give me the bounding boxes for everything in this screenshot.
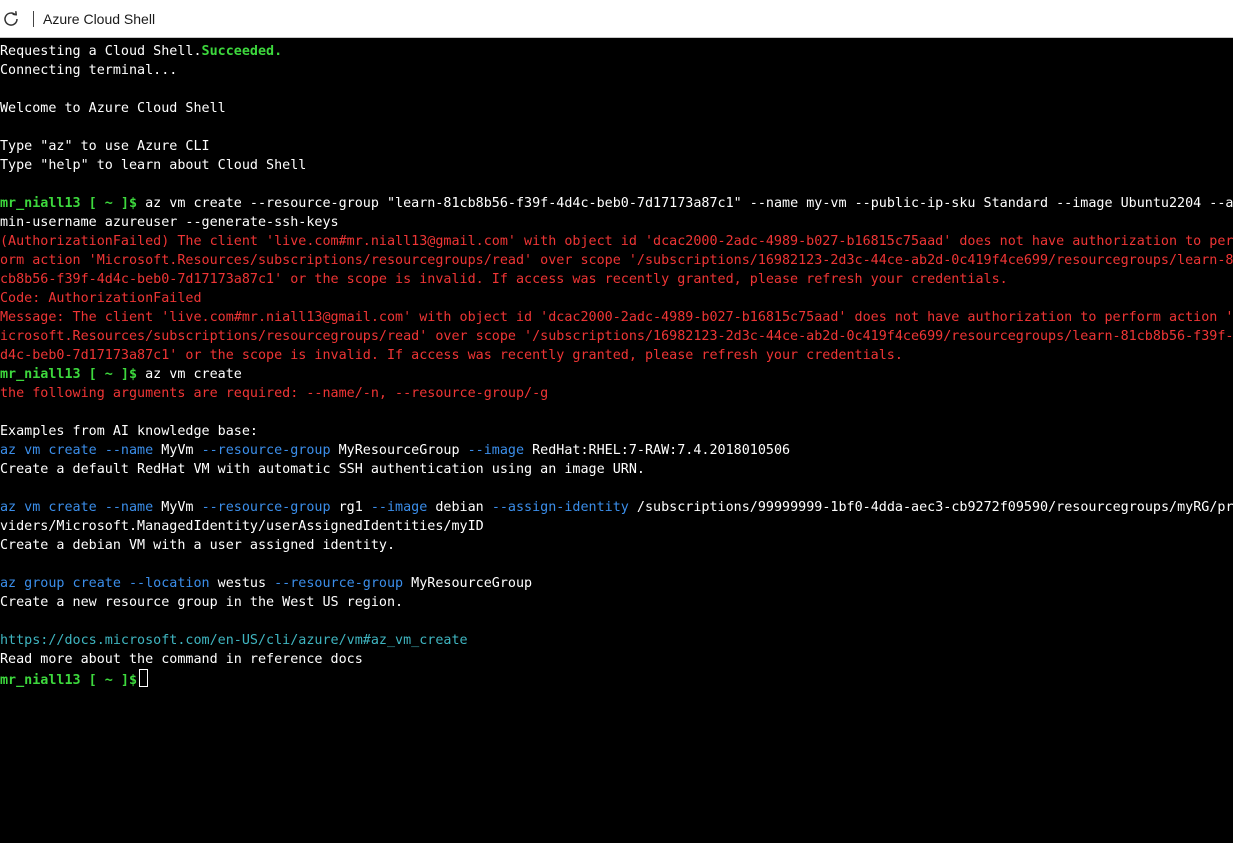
terminal-text: /subscriptions/99999999-1bf0-4dda-aec3-c…: [628, 500, 1233, 515]
terminal-line: min-username azureuser --generate-ssh-ke…: [0, 213, 1233, 232]
terminal-text: MyResourceGroup: [330, 443, 468, 458]
terminal-line: mr_niall13 [ ~ ]$ az vm create: [0, 365, 1233, 384]
terminal-line: Examples from AI knowledge base:: [0, 422, 1233, 441]
terminal-text: Code: AuthorizationFailed: [0, 291, 202, 306]
terminal-line: Message: The client 'live.com#mr.niall13…: [0, 308, 1233, 327]
terminal-line: icrosoft.Resources/subscriptions/resourc…: [0, 327, 1233, 346]
terminal-text: --name: [104, 500, 154, 515]
terminal-text: az vm create: [0, 443, 97, 458]
terminal-text: Examples from AI knowledge base:: [0, 424, 258, 439]
terminal-text: az vm create: [137, 367, 242, 382]
terminal-text: min-username azureuser --generate-ssh-ke…: [0, 215, 339, 230]
title-separator: [33, 11, 34, 27]
docs-link[interactable]: https://docs.microsoft.com/en-US/cli/azu…: [0, 633, 468, 648]
terminal-text: orm action 'Microsoft.Resources/subscrip…: [0, 253, 1233, 268]
terminal-output: Requesting a Cloud Shell.Succeeded. Conne…: [0, 42, 1233, 688]
terminal-text: --name: [104, 443, 154, 458]
terminal-text: d4c-beb0-7d17173a87c1' or the scope is i…: [0, 348, 903, 363]
terminal-line: Type "help" to learn about Cloud Shell: [0, 156, 1233, 175]
terminal-text: Create a debian VM with a user assigned …: [0, 538, 396, 553]
terminal-text: --assign-identity: [491, 500, 629, 515]
terminal-text: RedHat:RHEL:7-RAW:7.4.2018010506: [524, 443, 791, 458]
terminal-line: https://docs.microsoft.com/en-US/cli/azu…: [0, 631, 1233, 650]
terminal-text: az vm create: [0, 500, 97, 515]
terminal-line: Type "az" to use Azure CLI: [0, 137, 1233, 156]
shell-prompt: mr_niall13 [ ~ ]$: [0, 367, 138, 382]
terminal-cursor[interactable]: [139, 669, 149, 687]
terminal-line: viders/Microsoft.ManagedIdentity/userAss…: [0, 517, 1233, 536]
terminal-text: Message: The client 'live.com#mr.niall13…: [0, 310, 1233, 325]
terminal-text: the following arguments are required: --…: [0, 386, 549, 401]
terminal-line: Create a new resource group in the West …: [0, 593, 1233, 612]
terminal-text: viders/Microsoft.ManagedIdentity/userAss…: [0, 519, 484, 534]
terminal-text: az vm create --resource-group "learn-81c…: [137, 196, 1233, 211]
terminal-text: MyVm: [153, 500, 202, 515]
terminal-text: Read more about the command in reference…: [0, 652, 363, 667]
terminal-text: MyVm: [153, 443, 202, 458]
terminal-text: Type "help" to learn about Cloud Shell: [0, 158, 307, 173]
terminal-text: westus: [209, 576, 275, 591]
terminal-line: the following arguments are required: --…: [0, 384, 1233, 403]
terminal-line: Create a default RedHat VM with automati…: [0, 460, 1233, 479]
terminal-text: az group create: [0, 576, 121, 591]
terminal-text: --resource-group: [201, 500, 331, 515]
terminal-line: Connecting terminal...: [0, 61, 1233, 80]
terminal-line: az vm create --name MyVm --resource-grou…: [0, 498, 1233, 517]
terminal-line: (AuthorizationFailed) The client 'live.c…: [0, 232, 1233, 251]
shell-prompt: mr_niall13 [ ~ ]$: [0, 673, 138, 688]
terminal-line: Read more about the command in reference…: [0, 650, 1233, 669]
terminal-line: mr_niall13 [ ~ ]$ az vm create --resourc…: [0, 194, 1233, 213]
terminal-text: MyResourceGroup: [403, 576, 533, 591]
terminal-line: d4c-beb0-7d17173a87c1' or the scope is i…: [0, 346, 1233, 365]
terminal-text: --resource-group: [201, 443, 331, 458]
terminal-line: Requesting a Cloud Shell.Succeeded.: [0, 42, 1233, 61]
terminal-line: Welcome to Azure Cloud Shell: [0, 99, 1233, 118]
terminal-text: icrosoft.Resources/subscriptions/resourc…: [0, 329, 1233, 344]
title-bar: Azure Cloud Shell: [0, 0, 1233, 38]
terminal-text: Welcome to Azure Cloud Shell: [0, 101, 226, 116]
terminal-line: Code: AuthorizationFailed: [0, 289, 1233, 308]
terminal-text: Connecting terminal...: [0, 63, 178, 78]
terminal-text: cb8b56-f39f-4d4c-beb0-7d17173a87c1' or t…: [0, 272, 1008, 287]
terminal-line: az group create --location westus --reso…: [0, 574, 1233, 593]
terminal-line: cb8b56-f39f-4d4c-beb0-7d17173a87c1' or t…: [0, 270, 1233, 289]
terminal-text: --resource-group: [274, 576, 404, 591]
terminal-text: rg1: [330, 500, 371, 515]
shell-prompt: mr_niall13 [ ~ ]$: [0, 196, 138, 211]
terminal-line: az vm create --name MyVm --resource-grou…: [0, 441, 1233, 460]
terminal-text: Create a new resource group in the West …: [0, 595, 404, 610]
terminal[interactable]: Requesting a Cloud Shell.Succeeded. Conne…: [0, 38, 1233, 843]
terminal-text: --image: [370, 500, 428, 515]
terminal-text: debian: [427, 500, 492, 515]
terminal-line: Create a debian VM with a user assigned …: [0, 536, 1233, 555]
prompt-line[interactable]: mr_niall13 [ ~ ]$: [0, 669, 1233, 688]
terminal-text: --image: [467, 443, 525, 458]
terminal-text: Requesting a Cloud Shell.: [0, 44, 202, 59]
terminal-text: Type "az" to use Azure CLI: [0, 139, 210, 154]
terminal-line: orm action 'Microsoft.Resources/subscrip…: [0, 251, 1233, 270]
refresh-icon[interactable]: [2, 10, 20, 28]
terminal-text: Create a default RedHat VM with automati…: [0, 462, 645, 477]
terminal-text: Succeeded.: [201, 44, 283, 59]
terminal-text: (AuthorizationFailed) The client 'live.c…: [0, 234, 1233, 249]
terminal-text: --location: [129, 576, 210, 591]
window-title: Azure Cloud Shell: [43, 11, 156, 27]
